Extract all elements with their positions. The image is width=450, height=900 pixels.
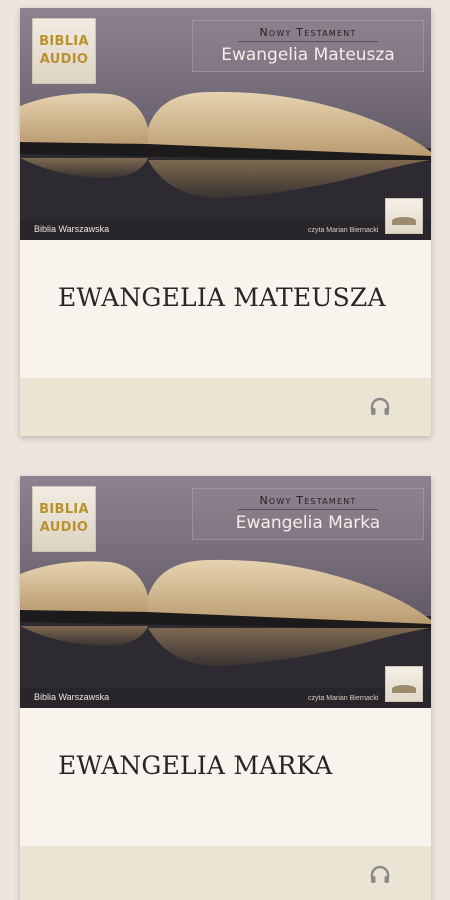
- headphones-icon: [370, 865, 390, 883]
- testament-label: Nowy Testament: [259, 494, 357, 507]
- cover-heading: Nowy Testament Ewangelia Marka: [192, 488, 424, 540]
- episode-card[interactable]: BIBLIA AUDIO Nowy Testament Ewangelia Ma…: [20, 8, 431, 436]
- card-action-bar: [20, 378, 431, 436]
- cover-book-name: Ewangelia Mateusza: [221, 45, 395, 65]
- biblia-audio-logo: BIBLIA AUDIO: [32, 18, 96, 84]
- cover-heading: Nowy Testament Ewangelia Mateusza: [192, 20, 424, 72]
- badge-line-2: AUDIO: [39, 52, 89, 67]
- episode-cover-image[interactable]: BIBLIA AUDIO Nowy Testament Ewangelia Ma…: [20, 476, 431, 708]
- heading-divider: [238, 509, 378, 510]
- episode-cover-image[interactable]: BIBLIA AUDIO Nowy Testament Ewangelia Ma…: [20, 8, 431, 240]
- badge-line-1: BIBLIA: [39, 34, 89, 49]
- heading-divider: [238, 41, 378, 42]
- biblia-audio-logo: BIBLIA AUDIO: [32, 486, 96, 552]
- badge-line-2: AUDIO: [39, 520, 89, 535]
- narrator-caption: czyta Marian Biernacki: [308, 227, 379, 234]
- cover-book-name: Ewangelia Marka: [235, 513, 381, 533]
- mini-cover-thumbnail: [385, 666, 423, 702]
- mini-cover-thumbnail: [385, 198, 423, 234]
- testament-label: Nowy Testament: [259, 26, 357, 39]
- listen-button[interactable]: [367, 863, 393, 887]
- episode-title[interactable]: EWANGELIA MATEUSZA: [58, 283, 418, 312]
- narrator-caption: czyta Marian Biernacki: [308, 695, 379, 702]
- listen-button[interactable]: [367, 395, 393, 419]
- translation-caption: Biblia Warszawska: [34, 224, 110, 234]
- translation-caption: Biblia Warszawska: [34, 692, 110, 702]
- badge-line-1: BIBLIA: [39, 502, 89, 517]
- episode-feed: BIBLIA AUDIO Nowy Testament Ewangelia Ma…: [0, 0, 450, 900]
- headphones-icon: [370, 397, 390, 415]
- episode-title[interactable]: EWANGELIA MARKA: [58, 751, 418, 780]
- episode-card[interactable]: BIBLIA AUDIO Nowy Testament Ewangelia Ma…: [20, 476, 431, 900]
- card-action-bar: [20, 846, 431, 900]
